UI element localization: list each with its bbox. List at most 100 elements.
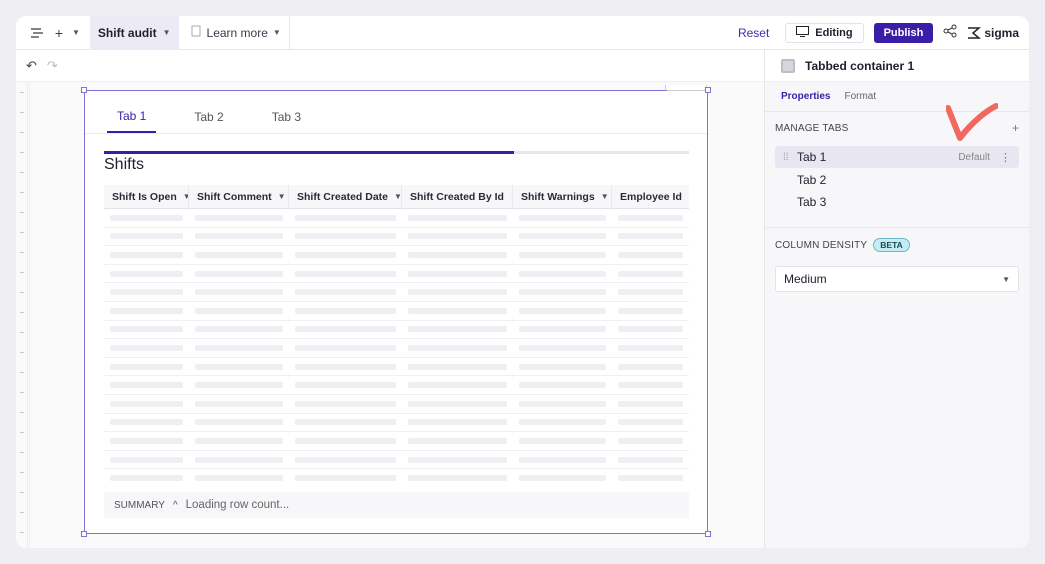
- summary-bar[interactable]: SUMMARY ^ Loading row count...: [104, 492, 689, 518]
- more-options-icon[interactable]: ⋮: [1000, 151, 1011, 164]
- loading-cell: [513, 251, 612, 258]
- loading-cell: [104, 270, 189, 277]
- chevron-down-icon[interactable]: ▼: [72, 28, 80, 37]
- column-header[interactable]: Shift Is Open▼: [104, 185, 189, 208]
- loading-cell: [612, 419, 689, 426]
- skeleton-bar: [295, 382, 396, 389]
- add-tab-icon[interactable]: +: [1012, 121, 1019, 135]
- manage-tab-label: Tab 1: [797, 150, 827, 164]
- column-header[interactable]: Shift Created By Id▼: [402, 185, 513, 208]
- loading-cell: [612, 233, 689, 240]
- menu-icon[interactable]: [28, 24, 46, 42]
- skeleton-bar: [195, 419, 283, 426]
- loading-cell: [402, 326, 513, 333]
- skeleton-bar: [519, 270, 606, 277]
- skeleton-bar: [195, 475, 283, 482]
- reset-button[interactable]: Reset: [738, 26, 769, 40]
- loading-cell: [513, 363, 612, 370]
- chevron-down-icon[interactable]: ▼: [394, 192, 401, 201]
- skeleton-bar: [195, 326, 283, 333]
- loading-cell: [402, 400, 513, 407]
- chevron-down-icon: ▼: [1002, 274, 1010, 284]
- skeleton-bar: [408, 344, 507, 351]
- table-row-placeholder: [104, 246, 689, 265]
- loading-cell: [289, 344, 402, 351]
- document-title-tab[interactable]: Shift audit ▼: [89, 16, 179, 50]
- learn-more-button[interactable]: Learn more ▼: [183, 16, 290, 50]
- loading-cell: [513, 400, 612, 407]
- skeleton-bar: [195, 456, 283, 463]
- redo-icon[interactable]: ↷: [47, 58, 58, 74]
- resize-handle[interactable]: [705, 87, 711, 93]
- tab-1[interactable]: Tab 1: [107, 101, 157, 133]
- tab-2[interactable]: Tab 2: [184, 101, 233, 133]
- element-toolbar-tab[interactable]: [665, 85, 707, 91]
- undo-icon[interactable]: ↶: [26, 58, 37, 74]
- skeleton-bar: [295, 270, 396, 277]
- skeleton-bar: [295, 289, 396, 296]
- column-header[interactable]: Shift Created Date ▼: [289, 185, 402, 208]
- table-row-placeholder: [104, 451, 689, 470]
- loading-cell: [189, 289, 289, 296]
- loading-cell: [402, 289, 513, 296]
- skeleton-bar: [195, 344, 283, 351]
- share-icon[interactable]: [943, 24, 957, 41]
- editing-label: Editing: [815, 26, 853, 39]
- skeleton-bar: [110, 419, 183, 426]
- loading-cell: [513, 456, 612, 463]
- column-header[interactable]: Shift Warnings ▼: [513, 185, 612, 208]
- add-icon[interactable]: +: [50, 24, 68, 42]
- loading-cell: [189, 214, 289, 221]
- skeleton-bar: [295, 437, 396, 444]
- loading-cell: [402, 233, 513, 240]
- loading-cell: [289, 326, 402, 333]
- skeleton-bar: [295, 475, 396, 482]
- column-density-section: COLUMN DENSITY BETA Medium ▼: [765, 228, 1029, 302]
- chevron-up-icon[interactable]: ^: [173, 500, 178, 511]
- loading-cell: [104, 214, 189, 221]
- loading-cell: [289, 475, 402, 482]
- publish-button[interactable]: Publish: [873, 22, 934, 43]
- tab-3[interactable]: Tab 3: [262, 101, 311, 133]
- skeleton-bar: [295, 233, 396, 240]
- resize-handle[interactable]: [705, 531, 711, 537]
- chevron-down-icon[interactable]: ▼: [688, 192, 689, 201]
- skeleton-bar: [618, 400, 683, 407]
- resize-handle[interactable]: [81, 87, 87, 93]
- tab-format[interactable]: Format: [844, 82, 876, 112]
- skeleton-bar: [408, 289, 507, 296]
- loading-cell: [289, 437, 402, 444]
- table-row-placeholder: [104, 432, 689, 451]
- column-header[interactable]: Employee Id ▼: [612, 185, 689, 208]
- editing-mode-button[interactable]: Editing: [785, 22, 864, 43]
- container-tabs: Tab 1 Tab 2 Tab 3: [107, 101, 339, 133]
- loading-cell: [402, 214, 513, 221]
- loading-cell: [104, 344, 189, 351]
- loading-cell: [513, 289, 612, 296]
- loading-cell: [513, 326, 612, 333]
- skeleton-bar: [519, 382, 606, 389]
- column-density-select[interactable]: Medium ▼: [775, 266, 1019, 292]
- chevron-down-icon[interactable]: ▼: [278, 192, 286, 201]
- table-row-placeholder: [104, 302, 689, 321]
- skeleton-bar: [519, 456, 606, 463]
- tab-properties[interactable]: Properties: [781, 82, 830, 112]
- workbook-canvas[interactable]: Tab 1 Tab 2 Tab 3 Shifts Shift Is Open▼ …: [16, 82, 764, 548]
- skeleton-bar: [519, 400, 606, 407]
- chevron-down-icon[interactable]: ▼: [601, 192, 609, 201]
- drag-handle-icon[interactable]: ⁞⁞: [783, 152, 797, 163]
- tabs-divider: [85, 133, 707, 134]
- table-row-placeholder: [104, 376, 689, 395]
- table-row-placeholder: [104, 414, 689, 433]
- manage-tab-item[interactable]: Tab 2: [775, 169, 1019, 191]
- loading-cell: [402, 251, 513, 258]
- loading-cell: [104, 326, 189, 333]
- loading-cell: [513, 214, 612, 221]
- manage-tab-item[interactable]: ⁞⁞ Tab 1 Default ⋮: [775, 146, 1019, 168]
- skeleton-bar: [519, 214, 606, 221]
- column-header[interactable]: Shift Comment ▼: [189, 185, 289, 208]
- tabbed-container[interactable]: Tab 1 Tab 2 Tab 3 Shifts Shift Is Open▼ …: [81, 85, 711, 537]
- manage-tab-item[interactable]: Tab 3: [775, 191, 1019, 213]
- resize-handle[interactable]: [81, 531, 87, 537]
- manage-tabs-label: MANAGE TABS: [775, 122, 849, 134]
